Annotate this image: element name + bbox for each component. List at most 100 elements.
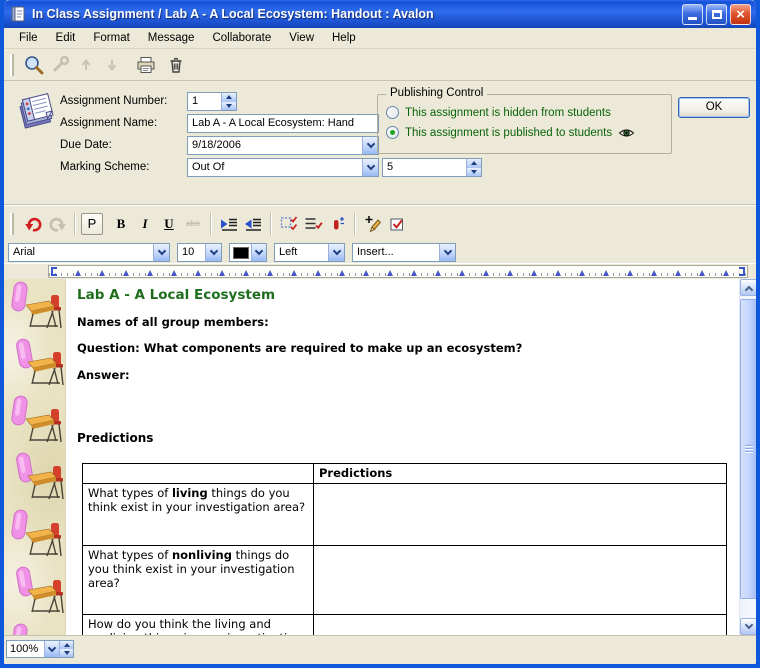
marking-scheme-dropdown-button[interactable] xyxy=(362,159,378,176)
tab-stop-marker[interactable] xyxy=(219,270,225,276)
font-color-select[interactable] xyxy=(229,243,267,262)
document-body[interactable]: Lab A - A Local Ecosystem Names of all g… xyxy=(67,279,739,635)
align-select[interactable]: Left xyxy=(274,243,345,262)
tab-stop-marker[interactable] xyxy=(651,270,657,276)
tab-stop-marker[interactable] xyxy=(267,270,273,276)
maximize-button[interactable] xyxy=(706,4,727,25)
zoom-control[interactable]: 100% xyxy=(6,640,74,658)
paragraph-style-button[interactable]: P xyxy=(81,213,103,235)
font-color-dropdown-button[interactable] xyxy=(251,244,266,261)
format-toolbar: P B I U abc xyxy=(4,205,756,241)
tab-stop-marker[interactable] xyxy=(459,270,465,276)
ruler-track[interactable] xyxy=(48,265,748,278)
insert-field-button[interactable] xyxy=(325,212,349,236)
tab-stop-marker[interactable] xyxy=(699,270,705,276)
list-marks-button[interactable] xyxy=(301,212,325,236)
undo-button[interactable] xyxy=(21,212,45,236)
tab-stop-marker[interactable] xyxy=(147,270,153,276)
tools-button-disabled[interactable] xyxy=(47,52,73,78)
tab-stop-marker[interactable] xyxy=(243,270,249,276)
tab-stop-marker[interactable] xyxy=(531,270,537,276)
marking-scheme-select[interactable]: Out Of xyxy=(187,158,379,177)
font-size-select[interactable]: 10 xyxy=(177,243,222,262)
tab-stop-marker[interactable] xyxy=(435,270,441,276)
font-family-dropdown-button[interactable] xyxy=(153,244,169,261)
tab-stop-marker[interactable] xyxy=(387,270,393,276)
print-button[interactable] xyxy=(133,52,159,78)
previous-button-disabled[interactable] xyxy=(73,52,99,78)
ok-button[interactable]: OK xyxy=(678,97,750,118)
radio-checked-icon[interactable] xyxy=(386,126,399,139)
assignment-number-stepper[interactable]: 1 xyxy=(187,92,237,111)
insert-select[interactable]: Insert... xyxy=(352,243,456,262)
underline-button[interactable]: U xyxy=(157,212,181,236)
zoom-dropdown-button[interactable] xyxy=(44,641,59,657)
tab-stop-marker[interactable] xyxy=(99,270,105,276)
format-toolbar-grip[interactable] xyxy=(10,213,14,235)
align-dropdown-button[interactable] xyxy=(328,244,344,261)
tab-stop-marker[interactable] xyxy=(315,270,321,276)
tab-stop-marker[interactable] xyxy=(123,270,129,276)
scrollbar-thumb[interactable] xyxy=(740,299,756,599)
publishing-option-hidden[interactable]: This assignment is hidden from students xyxy=(386,106,611,119)
select-marks-button[interactable] xyxy=(277,212,301,236)
tab-stop-marker[interactable] xyxy=(291,270,297,276)
approve-button[interactable] xyxy=(385,212,409,236)
insert-dropdown-button[interactable] xyxy=(439,244,455,261)
tab-stop-marker[interactable] xyxy=(195,270,201,276)
assignment-name-field[interactable]: Lab A - A Local Ecosystem: Hand xyxy=(187,114,379,133)
menu-collaborate[interactable]: Collaborate xyxy=(203,30,280,46)
assignment-number-spin-buttons[interactable] xyxy=(221,93,236,110)
tab-stop-marker[interactable] xyxy=(483,270,489,276)
font-family-select[interactable]: Arial xyxy=(8,243,170,262)
toolbar-grip[interactable] xyxy=(10,54,14,76)
menu-message[interactable]: Message xyxy=(139,30,204,46)
bold-button[interactable]: B xyxy=(109,212,133,236)
vertical-scrollbar[interactable] xyxy=(739,279,756,635)
right-margin-marker[interactable] xyxy=(739,267,745,276)
next-button-disabled[interactable] xyxy=(99,52,125,78)
indent-increase-button[interactable] xyxy=(217,212,241,236)
publishing-option-published[interactable]: This assignment is published to students xyxy=(386,126,635,139)
tab-stop-marker[interactable] xyxy=(75,270,81,276)
close-button[interactable]: × xyxy=(730,4,751,25)
tab-stop-marker[interactable] xyxy=(579,270,585,276)
tab-stop-marker[interactable] xyxy=(555,270,561,276)
tab-stop-marker[interactable] xyxy=(363,270,369,276)
answer-cell[interactable] xyxy=(314,546,727,615)
font-size-dropdown-button[interactable] xyxy=(205,244,221,261)
delete-button[interactable] xyxy=(163,52,189,78)
answer-cell[interactable] xyxy=(314,484,727,546)
scroll-up-button[interactable] xyxy=(740,279,756,296)
indent-decrease-button[interactable] xyxy=(241,212,265,236)
radio-unchecked-icon[interactable] xyxy=(386,106,399,119)
menu-view[interactable]: View xyxy=(280,30,323,46)
search-button[interactable] xyxy=(21,52,47,78)
tab-stop-marker[interactable] xyxy=(507,270,513,276)
tab-stop-marker[interactable] xyxy=(339,270,345,276)
zoom-spin-buttons[interactable] xyxy=(59,641,73,657)
marking-points-spin-buttons[interactable] xyxy=(466,159,481,176)
menu-file[interactable]: File xyxy=(10,30,47,46)
add-annotation-button[interactable] xyxy=(361,212,385,236)
minimize-button[interactable] xyxy=(682,4,703,25)
tab-stop-marker[interactable] xyxy=(627,270,633,276)
tab-stop-marker[interactable] xyxy=(723,270,729,276)
tab-stop-marker[interactable] xyxy=(171,270,177,276)
scroll-down-button[interactable] xyxy=(740,618,756,635)
tab-stop-marker[interactable] xyxy=(411,270,417,276)
redo-button-disabled[interactable] xyxy=(45,212,69,236)
strikethrough-label: abc xyxy=(186,219,200,228)
due-date-dropdown-button[interactable] xyxy=(362,137,378,154)
left-margin-marker[interactable] xyxy=(51,267,57,276)
menu-help[interactable]: Help xyxy=(323,30,365,46)
italic-button[interactable]: I xyxy=(133,212,157,236)
menu-edit[interactable]: Edit xyxy=(47,30,85,46)
due-date-select[interactable]: 9/18/2006 xyxy=(187,136,379,155)
answer-cell[interactable] xyxy=(314,615,727,636)
strikethrough-button-disabled[interactable]: abc xyxy=(181,212,205,236)
tab-stop-marker[interactable] xyxy=(675,270,681,276)
marking-points-stepper[interactable]: 5 xyxy=(382,158,482,177)
menu-format[interactable]: Format xyxy=(84,30,138,46)
tab-stop-marker[interactable] xyxy=(603,270,609,276)
